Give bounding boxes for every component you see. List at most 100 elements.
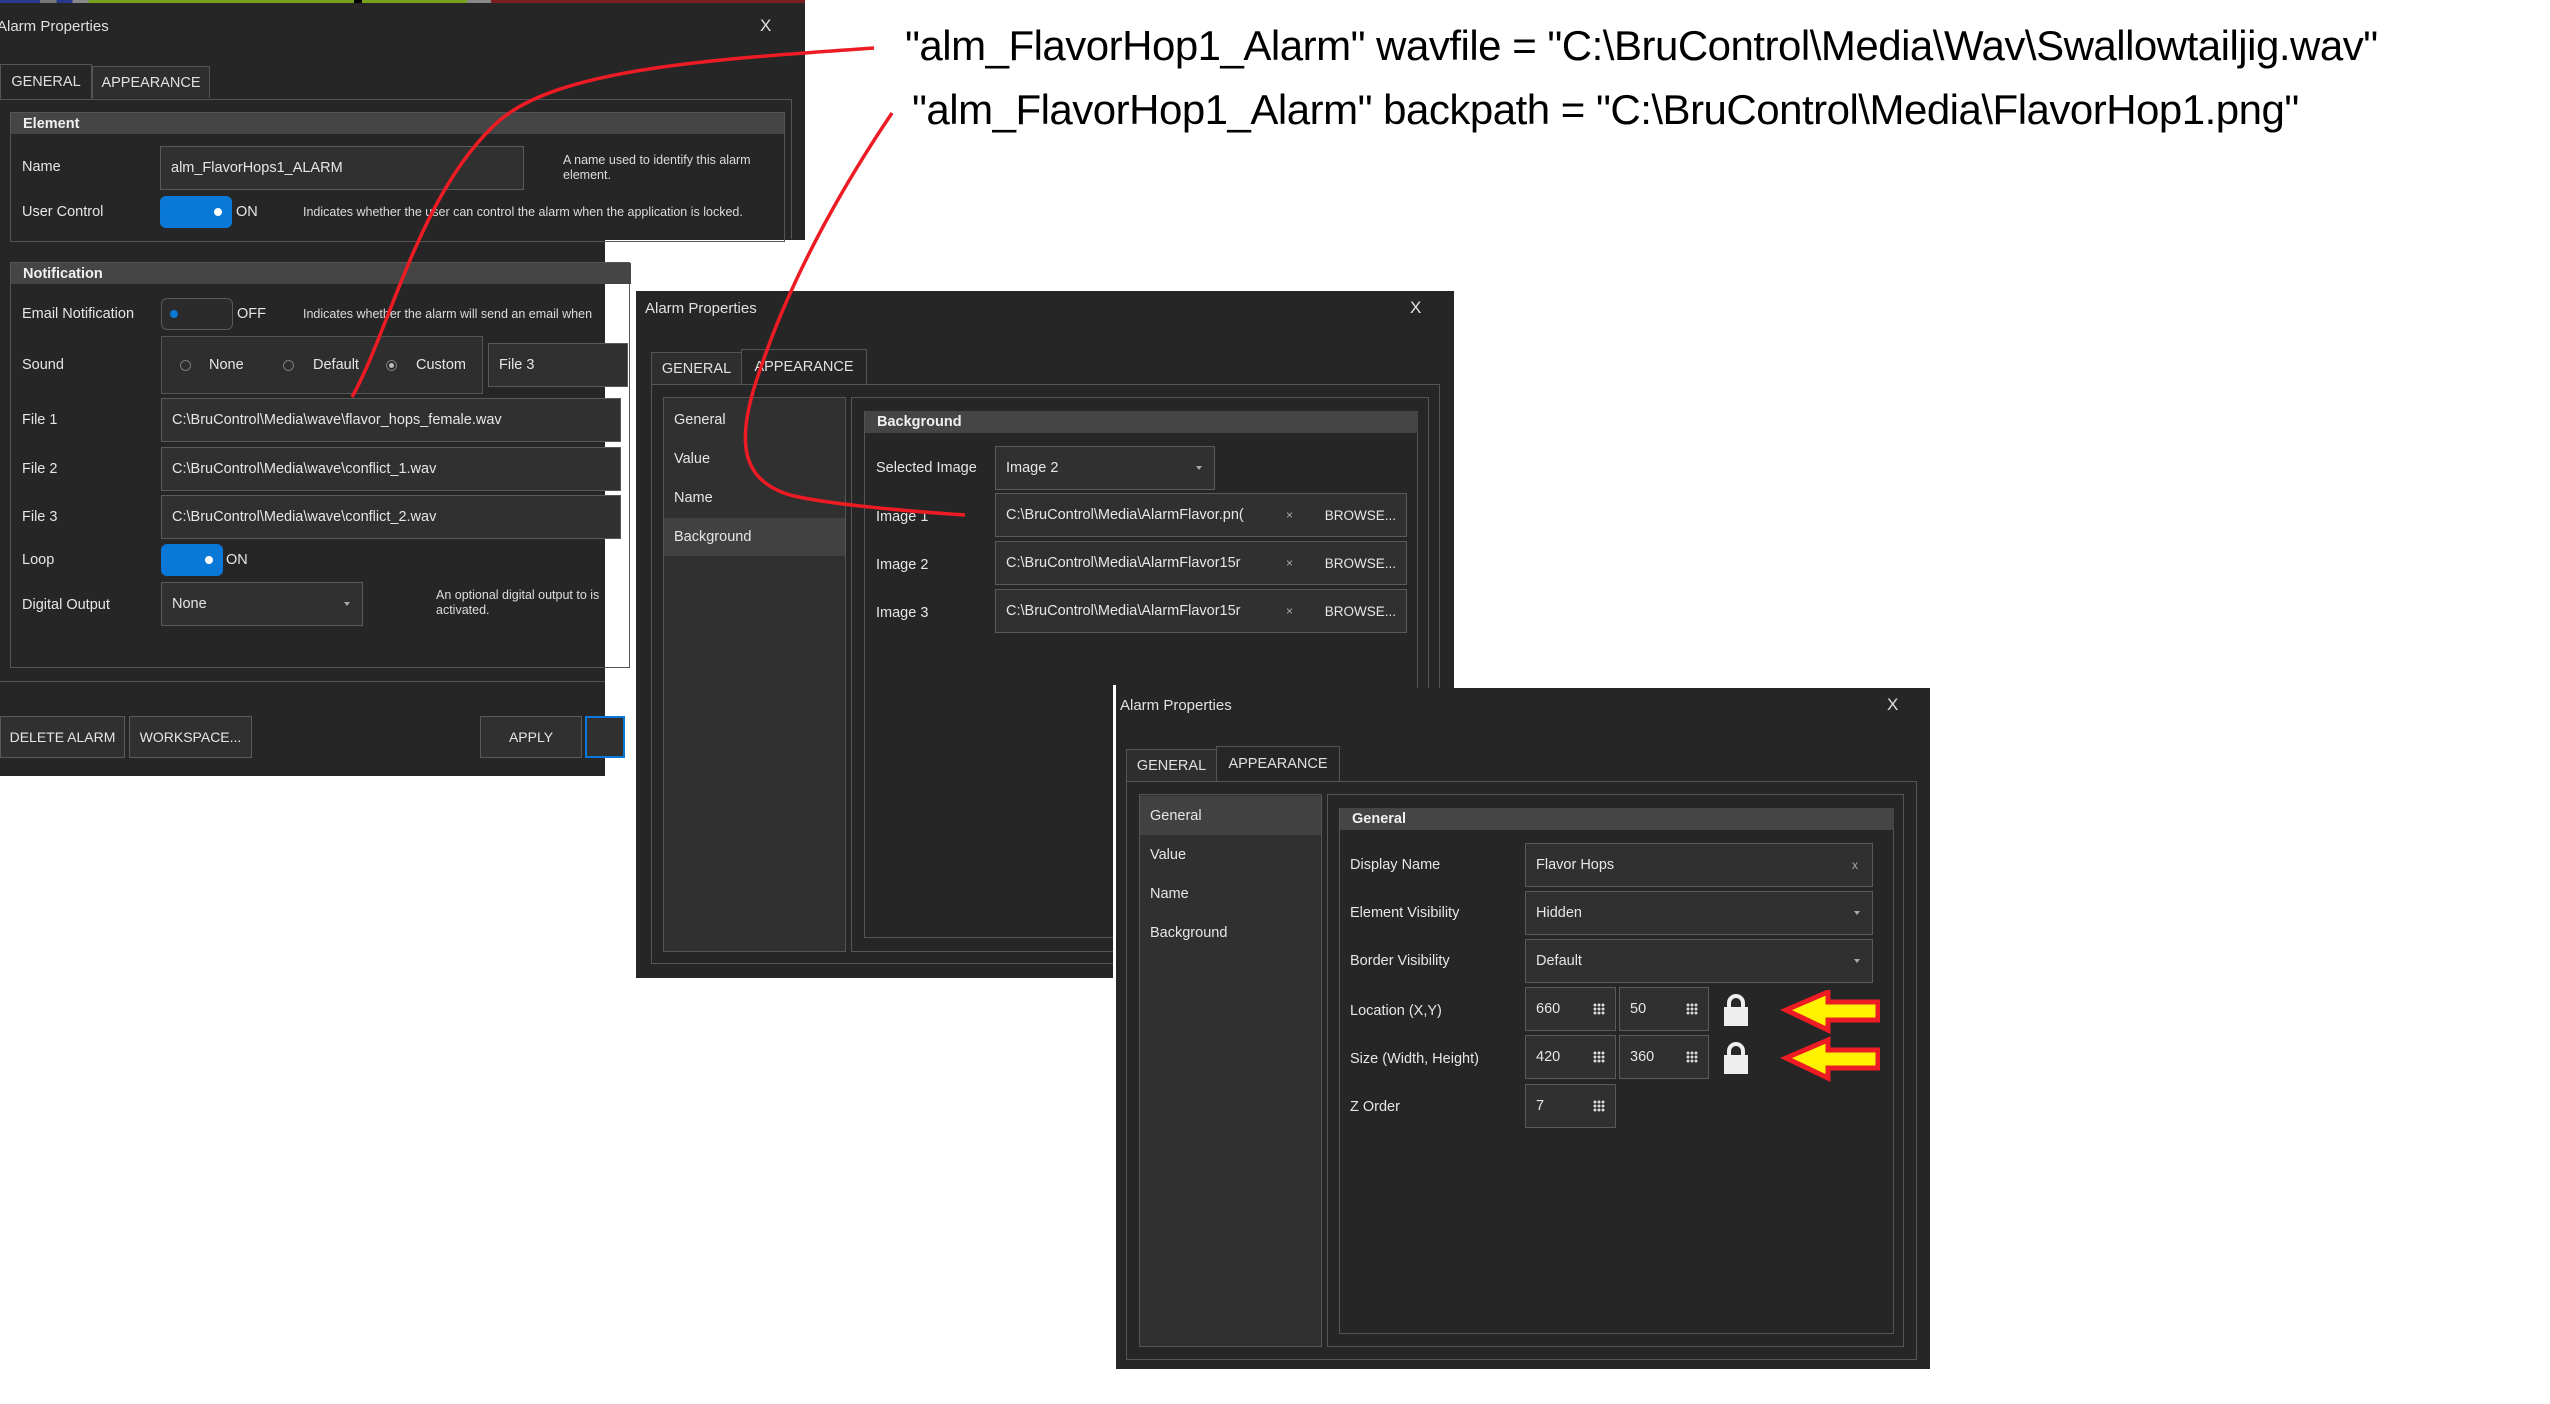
sound-option-default[interactable]: Default bbox=[313, 357, 359, 373]
image3-input[interactable]: C:\BruControl\Media\AlarmFlavor15r × BRO… bbox=[995, 589, 1407, 633]
image2-browse-button[interactable]: BROWSE... bbox=[1325, 556, 1396, 571]
clear-icon[interactable]: × bbox=[1286, 508, 1293, 522]
display-name-label: Display Name bbox=[1350, 857, 1441, 873]
border-visibility-select[interactable]: Default bbox=[1525, 939, 1873, 983]
location-y-input[interactable]: 50 bbox=[1619, 987, 1709, 1031]
dialog2-sidebar-item-name[interactable]: Name bbox=[664, 479, 845, 517]
keypad-icon[interactable] bbox=[1686, 1003, 1698, 1015]
dialog3-sidebar-item-value[interactable]: Value bbox=[1140, 835, 1321, 874]
name-input[interactable]: alm_FlavorHops1_ALARM bbox=[160, 146, 524, 190]
notification-section-header: Notification bbox=[11, 263, 631, 284]
selected-image-select[interactable]: Image 2 bbox=[995, 446, 1215, 490]
chevron-down-icon bbox=[1196, 466, 1202, 470]
display-name-input[interactable]: Flavor Hops x bbox=[1525, 843, 1873, 887]
clear-icon[interactable]: x bbox=[1852, 858, 1858, 872]
lock-icon[interactable] bbox=[1722, 993, 1750, 1027]
dialog3-title: Alarm Properties bbox=[1120, 697, 1232, 714]
border-visibility-label: Border Visibility bbox=[1350, 953, 1450, 969]
dialog1-tab-appearance[interactable]: APPEARANCE bbox=[92, 66, 210, 98]
toggle-knob bbox=[214, 208, 222, 216]
delete-alarm-button[interactable]: DELETE ALARM bbox=[0, 716, 125, 758]
dialog3-close-icon[interactable]: X bbox=[1887, 695, 1898, 715]
email-notification-toggle[interactable] bbox=[161, 298, 233, 330]
size-label: Size (Width, Height) bbox=[1350, 1051, 1479, 1067]
dialog1-title: Alarm Properties bbox=[0, 18, 109, 35]
digital-output-label: Digital Output bbox=[22, 597, 110, 613]
apply-button[interactable]: APPLY bbox=[480, 716, 582, 758]
dialog3-tab-appearance[interactable]: APPEARANCE bbox=[1216, 746, 1340, 781]
dialog3-tab-general[interactable]: GENERAL bbox=[1126, 749, 1217, 781]
sound-radio-none[interactable] bbox=[180, 360, 191, 371]
chevron-down-icon bbox=[1854, 959, 1860, 963]
email-notification-label: Email Notification bbox=[22, 306, 135, 322]
dialog2-sidebar-item-general[interactable]: General bbox=[664, 401, 845, 439]
file1-label: File 1 bbox=[22, 412, 58, 428]
image2-input[interactable]: C:\BruControl\Media\AlarmFlavor15r × BRO… bbox=[995, 541, 1407, 585]
dialog2-tab-general[interactable]: GENERAL bbox=[651, 352, 742, 384]
name-hint: A name used to identify this alarm eleme… bbox=[563, 153, 751, 182]
location-x-input[interactable]: 660 bbox=[1525, 987, 1616, 1031]
image2-value: C:\BruControl\Media\AlarmFlavor15r bbox=[1006, 555, 1241, 571]
image3-value: C:\BruControl\Media\AlarmFlavor15r bbox=[1006, 603, 1241, 619]
size-height-value: 360 bbox=[1630, 1049, 1655, 1065]
divider bbox=[0, 681, 605, 682]
user-control-state: ON bbox=[236, 204, 258, 220]
element-visibility-select[interactable]: Hidden bbox=[1525, 891, 1873, 935]
sound-file-select[interactable]: File 3 bbox=[488, 343, 628, 387]
image1-input[interactable]: C:\BruControl\Media\AlarmFlavor.pn( × BR… bbox=[995, 493, 1407, 537]
sound-radio-default[interactable] bbox=[283, 360, 294, 371]
dialog2-tab-appearance[interactable]: APPEARANCE bbox=[741, 349, 867, 384]
dialog2-title: Alarm Properties bbox=[645, 300, 757, 317]
dialog2-sidebar-item-background[interactable]: Background bbox=[664, 518, 845, 556]
keypad-icon[interactable] bbox=[1593, 1051, 1605, 1063]
annotation-backpath: "alm_FlavorHop1_Alarm" backpath = "C:\Br… bbox=[912, 86, 2299, 133]
z-order-label: Z Order bbox=[1350, 1099, 1400, 1115]
workspace-button[interactable]: WORKSPACE... bbox=[129, 716, 252, 758]
clear-icon[interactable]: × bbox=[1286, 556, 1293, 570]
lock-icon[interactable] bbox=[1722, 1041, 1750, 1075]
loop-toggle[interactable] bbox=[161, 544, 223, 576]
ok-button[interactable] bbox=[585, 716, 625, 758]
dialog1-tab-general[interactable]: GENERAL bbox=[0, 64, 92, 99]
dialog3-sidebar-item-general[interactable]: General bbox=[1140, 796, 1321, 835]
location-x-value: 660 bbox=[1536, 1001, 1561, 1017]
location-y-value: 50 bbox=[1630, 1001, 1647, 1017]
file1-input[interactable]: C:\BruControl\Media\wave\flavor_hops_fem… bbox=[161, 398, 621, 442]
sound-radio-custom[interactable] bbox=[386, 360, 397, 371]
size-width-input[interactable]: 420 bbox=[1525, 1035, 1616, 1079]
keypad-icon[interactable] bbox=[1593, 1003, 1605, 1015]
border-visibility-value: Default bbox=[1536, 953, 1582, 969]
arrow-left-icon bbox=[1780, 990, 1880, 1034]
user-control-toggle[interactable] bbox=[160, 196, 232, 228]
dialog2-sidebar-item-value[interactable]: Value bbox=[664, 440, 845, 478]
dialog3-sidebar-item-name[interactable]: Name bbox=[1140, 874, 1321, 913]
selected-image-label: Selected Image bbox=[876, 460, 977, 476]
image1-label: Image 1 bbox=[876, 509, 929, 525]
image3-browse-button[interactable]: BROWSE... bbox=[1325, 604, 1396, 619]
user-control-label: User Control bbox=[22, 204, 104, 220]
sound-option-none[interactable]: None bbox=[209, 357, 244, 373]
dialog3-sidebar-item-background[interactable]: Background bbox=[1140, 913, 1321, 952]
toggle-knob bbox=[205, 556, 213, 564]
file3-input[interactable]: C:\BruControl\Media\wave\conflict_2.wav bbox=[161, 495, 621, 539]
location-label: Location (X,Y) bbox=[1350, 1003, 1442, 1019]
element-visibility-value: Hidden bbox=[1536, 905, 1582, 921]
keypad-icon[interactable] bbox=[1593, 1100, 1605, 1112]
chevron-down-icon bbox=[1854, 911, 1860, 915]
image1-browse-button[interactable]: BROWSE... bbox=[1325, 508, 1396, 523]
background-section-header: Background bbox=[865, 411, 1418, 433]
dialog2-close-icon[interactable]: X bbox=[1410, 298, 1421, 318]
size-height-input[interactable]: 360 bbox=[1619, 1035, 1709, 1079]
clear-icon[interactable]: × bbox=[1286, 604, 1293, 618]
dialog1-close-icon[interactable]: X bbox=[760, 16, 771, 36]
digital-output-hint: An optional digital output to is activat… bbox=[436, 588, 600, 617]
keypad-icon[interactable] bbox=[1686, 1051, 1698, 1063]
element-visibility-label: Element Visibility bbox=[1350, 905, 1460, 921]
digital-output-select[interactable]: None bbox=[161, 582, 363, 626]
file2-input[interactable]: C:\BruControl\Media\wave\conflict_1.wav bbox=[161, 447, 621, 491]
element-section-header: Element bbox=[11, 113, 784, 134]
z-order-input[interactable]: 7 bbox=[1525, 1084, 1616, 1128]
arrow-left-icon bbox=[1780, 1036, 1880, 1082]
sound-option-custom[interactable]: Custom bbox=[416, 357, 466, 373]
file3-label: File 3 bbox=[22, 509, 58, 525]
